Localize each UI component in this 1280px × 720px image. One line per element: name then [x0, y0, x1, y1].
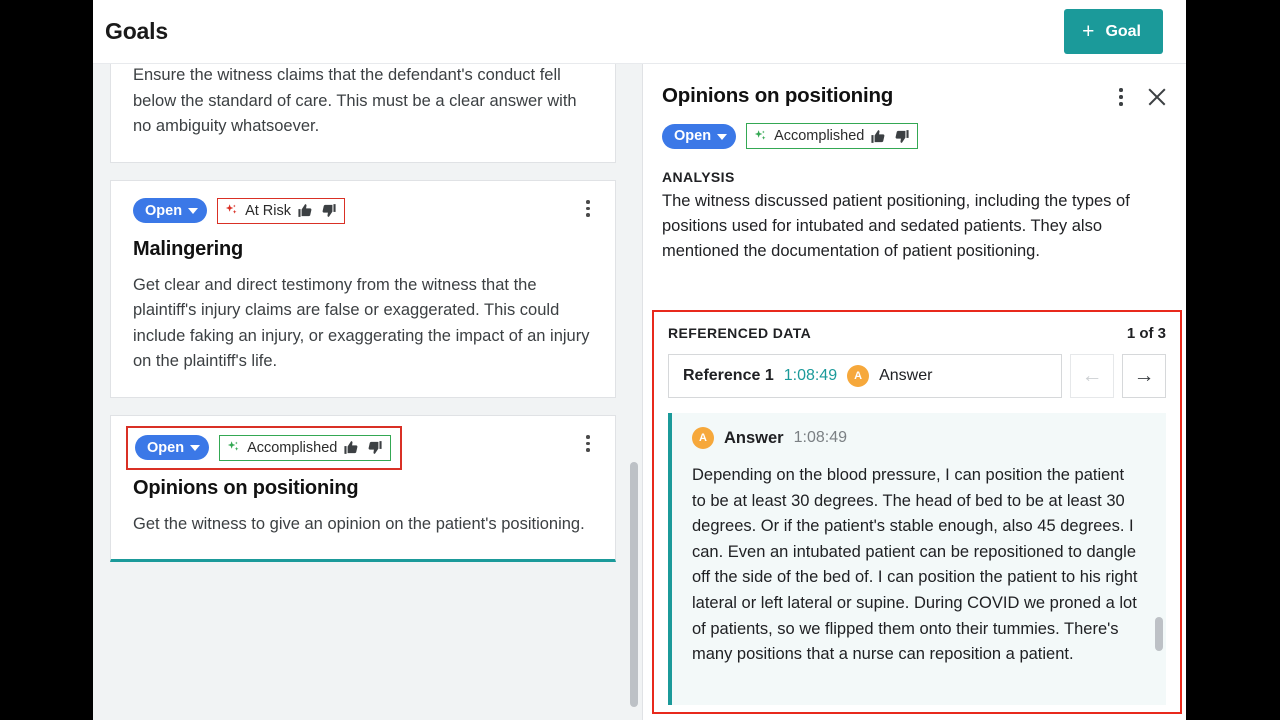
status-label: Open	[147, 439, 185, 456]
status-label: Open	[674, 128, 712, 144]
answer-scrollbar[interactable]	[1155, 419, 1163, 699]
detail-badges: Open Accomplished	[643, 123, 1186, 149]
analysis-text: The witness discussed patient positionin…	[662, 192, 1130, 260]
ai-badge-label: Accomplished	[247, 439, 338, 456]
goal-detail-pane: Opinions on positioning Open Accomplishe…	[642, 64, 1186, 720]
plus-icon: +	[1082, 20, 1095, 43]
ai-status-badge-at-risk[interactable]: At Risk	[217, 197, 345, 224]
goal-cards: Standard of Care Ensure the witness clai…	[93, 64, 633, 579]
goal-card-badges: Open Accomplished	[126, 425, 403, 470]
app-viewport: Goals + Goal Standard of Care Ensure the…	[93, 0, 1186, 720]
chevron-down-icon	[190, 445, 201, 451]
detail-menu-icon[interactable]	[1110, 85, 1132, 109]
reference-kind: Answer	[879, 367, 933, 384]
referenced-data-header: REFERENCED DATA 1 of 3	[668, 325, 1166, 342]
sparkle-icon	[225, 204, 237, 214]
status-dropdown[interactable]: Open	[662, 123, 737, 149]
answer-timestamp: 1:08:49	[793, 429, 847, 446]
answer-header: A Answer 1:08:49	[692, 427, 1140, 449]
next-reference-button[interactable]: →	[1122, 354, 1166, 398]
chevron-down-icon	[717, 133, 728, 140]
reference-nav-row: Reference 1 1:08:49 A Answer ← →	[668, 354, 1166, 398]
detail-header: Opinions on positioning	[643, 64, 1186, 108]
ai-status-badge-accomplished[interactable]: Accomplished	[219, 434, 392, 461]
add-goal-label: Goal	[1105, 22, 1141, 40]
goal-card-body: Ensure the witness claims that the defen…	[133, 66, 577, 135]
scrollbar-thumb[interactable]	[630, 462, 638, 707]
thumbs-down-icon[interactable]	[893, 128, 910, 145]
detail-header-actions	[1110, 84, 1170, 110]
referenced-data-label: REFERENCED DATA	[668, 325, 812, 341]
goal-card-body: Get clear and direct testimony from the …	[133, 275, 590, 371]
sparkle-icon	[227, 441, 239, 451]
goal-card[interactable]: Standard of Care Ensure the witness clai…	[110, 64, 616, 163]
top-bar: Goals + Goal	[93, 0, 1186, 64]
close-icon[interactable]	[1144, 84, 1170, 110]
thumbs-up-icon[interactable]	[297, 202, 314, 219]
ai-status-badge-accomplished[interactable]: Accomplished	[746, 123, 919, 149]
goal-card-badges: Open At Risk	[133, 197, 593, 224]
reference-name: Reference 1	[683, 367, 774, 384]
main-split: Standard of Care Ensure the witness clai…	[93, 64, 1186, 720]
goals-list-scrollbar[interactable]	[628, 64, 640, 720]
reference-answer-block: A Answer 1:08:49 Depending on the blood …	[668, 413, 1166, 705]
goal-card-body: Get the witness to give an opinion on th…	[133, 514, 585, 533]
avatar: A	[692, 427, 714, 449]
reference-summary-bar[interactable]: Reference 1 1:08:49 A Answer	[668, 354, 1062, 398]
ai-badge-label: Accomplished	[774, 128, 865, 144]
chevron-down-icon	[188, 208, 199, 214]
detail-title: Opinions on positioning	[662, 84, 894, 107]
goal-card-menu-icon[interactable]	[578, 197, 598, 221]
ai-badge-label: At Risk	[245, 202, 291, 219]
arrow-right-icon: →	[1133, 364, 1155, 387]
thumbs-down-icon[interactable]	[320, 202, 337, 219]
page-title: Goals	[105, 18, 168, 44]
thumbs-up-icon[interactable]	[870, 128, 887, 145]
previous-reference-button[interactable]: ←	[1070, 354, 1114, 398]
answer-speaker: Answer	[724, 428, 784, 447]
status-dropdown[interactable]: Open	[133, 198, 208, 223]
reference-counter: 1 of 3	[1126, 325, 1166, 342]
goal-card-title: Opinions on positioning	[133, 476, 359, 499]
reference-timestamp: 1:08:49	[783, 367, 838, 384]
status-label: Open	[145, 202, 183, 219]
thumbs-up-icon[interactable]	[343, 439, 360, 456]
goal-card-menu-icon[interactable]	[578, 432, 598, 456]
goal-card[interactable]: Open At Risk Malingering Get clear and d…	[110, 179, 616, 398]
goal-card-selected[interactable]: Open Accomplished Opinions on positionin…	[110, 414, 616, 562]
referenced-data-section: REFERENCED DATA 1 of 3 Reference 1 1:08:…	[652, 310, 1182, 714]
thumbs-down-icon[interactable]	[366, 439, 383, 456]
status-dropdown[interactable]: Open	[135, 435, 210, 460]
add-goal-button[interactable]: + Goal	[1064, 9, 1163, 54]
answer-text: Depending on the blood pressure, I can p…	[692, 466, 1138, 664]
avatar: A	[847, 365, 870, 387]
scrollbar-thumb[interactable]	[1155, 617, 1163, 651]
analysis-label: ANALYSIS	[662, 169, 735, 185]
goal-card-title: Malingering	[133, 237, 244, 260]
arrow-left-icon: ←	[1081, 364, 1103, 387]
goals-list-pane: Standard of Care Ensure the witness clai…	[93, 64, 642, 720]
sparkle-icon	[754, 129, 766, 140]
